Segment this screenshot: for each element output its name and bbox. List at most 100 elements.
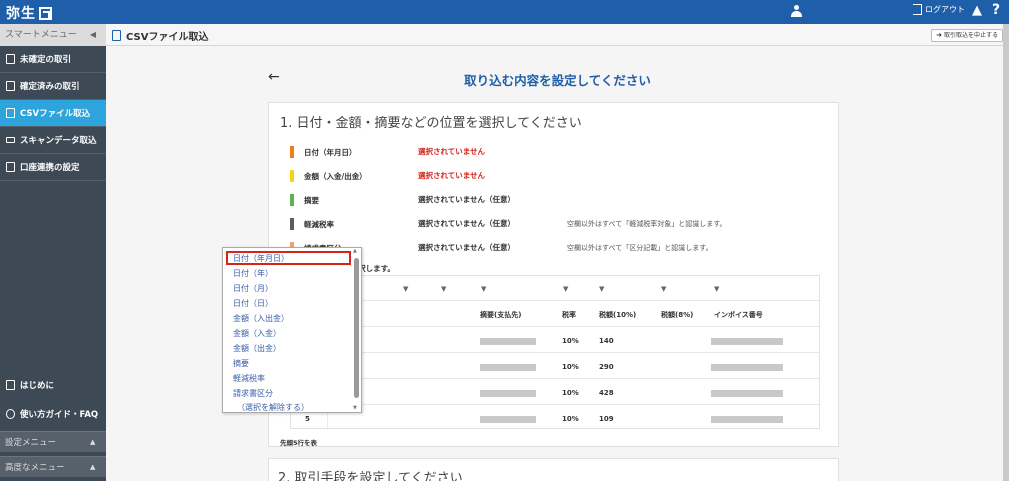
masked-cell: [711, 364, 783, 371]
chevron-up-icon: ▲: [90, 438, 96, 446]
breadcrumb-label: CSVファイル取込: [126, 31, 209, 43]
column-6-dropdown[interactable]: ▼: [599, 285, 604, 293]
masked-cell: [480, 416, 536, 423]
scroll-up-icon[interactable]: ▲: [353, 248, 357, 254]
dropdown-scrollbar[interactable]: ▲ ▼: [353, 248, 359, 411]
sub-header: スマートメニュー ◀ CSVファイル取込 ➜ 取引取込を中止する: [0, 24, 1009, 46]
smart-menu-label: スマートメニュー: [5, 30, 77, 40]
column-header: 税率: [562, 311, 576, 319]
sidebar-start[interactable]: はじめに: [0, 379, 106, 391]
legend-swatch: [290, 146, 294, 158]
scroll-down-icon[interactable]: ▼: [353, 405, 357, 411]
sidebar-item-scan-import[interactable]: スキャンデータ取込: [0, 127, 106, 154]
dropdown-option[interactable]: 金額（入金）: [233, 328, 281, 339]
column-2-dropdown[interactable]: ▼: [403, 285, 408, 293]
preview-footnote: 先頭5行を表: [280, 439, 318, 447]
dropdown-option[interactable]: 日付（日）: [233, 298, 273, 309]
scanner-icon: [6, 137, 15, 143]
legend-swatch: [290, 194, 294, 206]
column-type-dropdown[interactable]: 日付（年月日） 日付（年） 日付（月） 日付（日） 金額（入出金） 金額（入金）…: [222, 247, 362, 413]
masked-cell: [480, 338, 536, 345]
logout-button[interactable]: ログアウト: [913, 4, 965, 15]
tax-amount-cell: 109: [599, 415, 614, 423]
column-3-dropdown[interactable]: ▼: [441, 285, 446, 293]
masked-cell: [711, 390, 783, 397]
advanced-menu-toggle[interactable]: 高度なメニュー ▲: [0, 456, 106, 477]
book-icon: [6, 380, 15, 390]
legend-label: 軽減税率: [304, 220, 334, 229]
checked-document-icon: [6, 81, 15, 91]
column-5-dropdown[interactable]: ▼: [563, 285, 568, 293]
logout-icon: [913, 4, 922, 15]
dropdown-option[interactable]: 日付（月）: [233, 283, 273, 294]
arrow-right-icon: ➜: [936, 31, 942, 39]
sidebar-item-label: 口座連携の設定: [20, 163, 80, 173]
column-7-dropdown[interactable]: ▼: [661, 285, 666, 293]
column-8-dropdown[interactable]: ▼: [714, 285, 719, 293]
file-icon: [112, 29, 121, 41]
masked-cell: [711, 338, 783, 345]
scrollbar-thumb[interactable]: [354, 258, 359, 398]
tax-amount-cell: 290: [599, 363, 614, 371]
sidebar-item-unconfirmed[interactable]: 未確定の取引: [0, 46, 106, 73]
sidebar-guide-label: 使い方ガイド・FAQ: [20, 410, 99, 420]
settings-menu-toggle[interactable]: 設定メニュー ▲: [0, 431, 106, 452]
sidebar-item-label: CSVファイル取込: [20, 109, 91, 119]
logo-text: 弥生: [6, 6, 36, 22]
csv-preview-table: 行 ▼ ▼ ▼ ▼ ▼ ▼ ▼ ▼ 摘要(支払先) 税率 税額(10%) 税額(…: [290, 275, 820, 429]
column-header: インボイス番号: [714, 311, 763, 319]
chevron-up-icon: ▲: [90, 463, 96, 471]
user-icon[interactable]: [791, 5, 802, 18]
yayoi-logo[interactable]: 弥生: [6, 3, 52, 23]
legend-status: 選択されていません（任意）: [418, 195, 516, 204]
dropdown-option[interactable]: 摘要: [233, 358, 249, 369]
sidebar-item-account-link[interactable]: 口座連携の設定: [0, 154, 106, 181]
sidebar-item-label: スキャンデータ取込: [20, 136, 97, 146]
masked-cell: [711, 416, 783, 423]
dropdown-option[interactable]: 日付（年）: [233, 268, 273, 279]
bank-icon: [6, 162, 15, 172]
legend-row: 請求書区分 選択されていません（任意） 空欄以外はすべて「区分記載」と認識します…: [290, 242, 830, 254]
legend-row: 摘要 選択されていません（任意）: [290, 194, 830, 206]
cancel-import-button[interactable]: ➜ 取引取込を中止する: [931, 29, 1003, 42]
legend-status: 選択されていません（任意）: [418, 243, 516, 252]
sidebar-item-label: 未確定の取引: [20, 55, 72, 65]
dropdown-option[interactable]: 金額（入出金）: [233, 313, 289, 324]
legend-note: 空欄以外はすべて「軽減税率対象」と認識します。: [567, 220, 727, 228]
masked-cell: [480, 390, 536, 397]
row-number: 5: [305, 415, 310, 423]
tax-rate-cell: 10%: [562, 415, 579, 423]
sidebar-guide[interactable]: 使い方ガイド・FAQ: [0, 408, 106, 420]
dropdown-option[interactable]: 請求書区分: [233, 388, 273, 399]
smart-menu-toggle[interactable]: スマートメニュー ◀: [0, 24, 106, 46]
legend-status: 選択されていません: [418, 171, 486, 180]
sidebar-item-csv-import[interactable]: CSVファイル取込: [0, 100, 106, 127]
column-header: 税額(10%): [599, 311, 637, 319]
sidebar-item-confirmed[interactable]: 確定済みの取引: [0, 73, 106, 100]
tax-rate-cell: 10%: [562, 389, 579, 397]
dropdown-option[interactable]: 軽減税率: [233, 373, 265, 384]
legend-row: 軽減税率 選択されていません（任意） 空欄以外はすべて「軽減税率対象」と認識しま…: [290, 218, 830, 230]
column-4-dropdown[interactable]: ▼: [481, 285, 486, 293]
dropdown-option[interactable]: 金額（出金）: [233, 343, 281, 354]
tax-amount-cell: 428: [599, 389, 614, 397]
column-header: 摘要(支払先): [480, 311, 522, 319]
masked-cell: [480, 364, 536, 371]
legend-status: 選択されていません: [418, 147, 486, 156]
column-selector-row: 行 ▼ ▼ ▼ ▼ ▼ ▼ ▼ ▼: [291, 276, 819, 300]
legend-note: 空欄以外はすべて「区分記載」と認識します。: [567, 244, 713, 252]
legend-label: 日付（年月日）: [304, 148, 357, 157]
tax-amount-cell: 140: [599, 337, 614, 345]
transaction-method-card: 2. 取引手段を設定してください: [268, 458, 839, 481]
legend-status: 選択されていません（任意）: [418, 219, 516, 228]
cancel-import-label: 取引取込を中止する: [943, 32, 998, 39]
legend-row: 金額（入金/出金） 選択されていません: [290, 170, 830, 182]
dropdown-option[interactable]: （選択を解除する）: [237, 402, 309, 413]
window-edge: [1003, 24, 1009, 481]
dropdown-option[interactable]: 日付（年月日）: [233, 253, 289, 264]
file-icon: [6, 108, 15, 118]
app-window: 弥生 ログアウト ▲ ? スマートメニュー ◀ CSVファイル取込 ➜ 取引取込…: [0, 0, 1009, 481]
logo-mark-icon: [39, 6, 52, 20]
help-icon[interactable]: ?: [992, 2, 1000, 18]
bell-icon[interactable]: ▲: [972, 3, 982, 18]
